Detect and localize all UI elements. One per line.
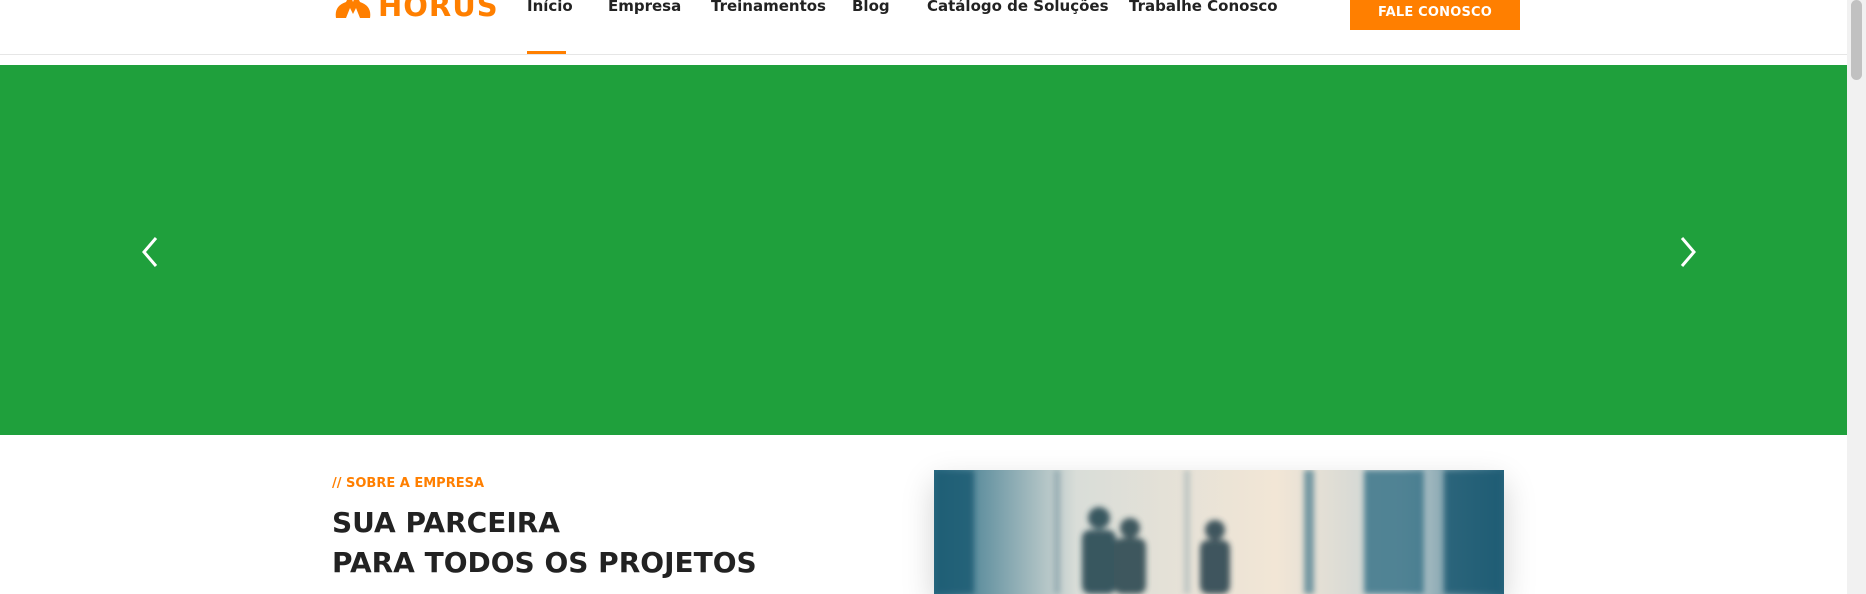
logo-mark-icon: [335, 0, 371, 18]
nav-item-treinamentos[interactable]: Treinamentos: [711, 0, 826, 18]
fale-conosco-button[interactable]: FALE CONOSCO: [1350, 0, 1520, 30]
scrollbar[interactable]: [1847, 0, 1866, 594]
nav-active-indicator: [527, 51, 566, 54]
slider-next-button[interactable]: [1672, 230, 1702, 274]
nav-item-inicio[interactable]: Início: [527, 0, 573, 18]
about-eyebrow: // SOBRE A EMPRESA: [332, 476, 485, 491]
about-title: SUA PARCEIRA PARA TODOS OS PROJETOS: [332, 503, 757, 583]
hero-slider: [0, 65, 1847, 435]
chevron-right-icon: [1680, 237, 1696, 267]
office-people-image: [934, 470, 1504, 594]
nav-item-catalogo[interactable]: Catálogo de Soluções: [927, 0, 1109, 18]
logo-text: HORUS: [378, 0, 499, 23]
about-title-line-2: PARA TODOS OS PROJETOS: [332, 546, 757, 579]
site-header: HORUS Início Empresa Treinamentos Blog C…: [0, 0, 1847, 55]
slider-prev-button[interactable]: [136, 230, 166, 274]
scrollbar-thumb[interactable]: [1851, 0, 1862, 80]
nav-item-empresa[interactable]: Empresa: [608, 0, 681, 18]
nav-item-trabalhe-conosco[interactable]: Trabalhe Conosco: [1129, 0, 1278, 18]
about-title-line-1: SUA PARCEIRA: [332, 506, 560, 539]
chevron-left-icon: [142, 237, 158, 267]
logo[interactable]: HORUS: [332, 0, 499, 24]
page: HORUS Início Empresa Treinamentos Blog C…: [0, 0, 1866, 594]
nav-item-blog[interactable]: Blog: [852, 0, 890, 18]
about-image: [934, 470, 1504, 594]
